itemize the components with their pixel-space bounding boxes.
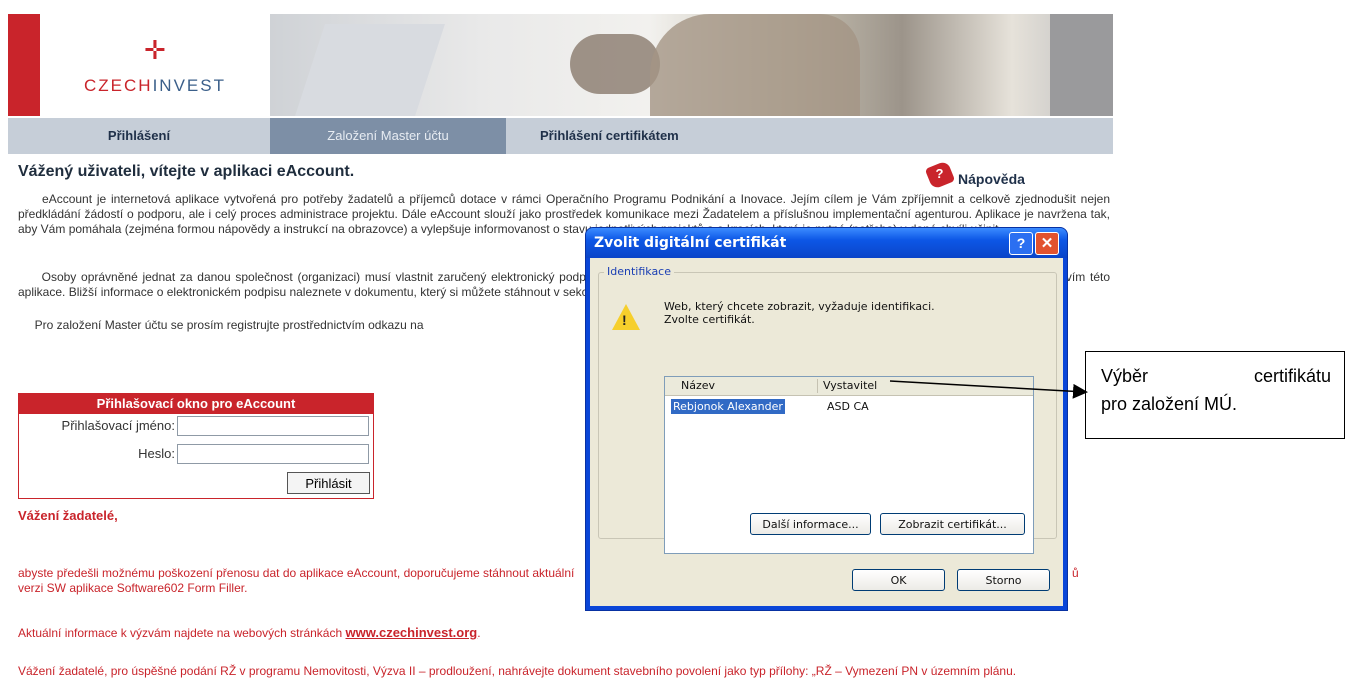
tab-master-account[interactable]: Založení Master účtu [270, 118, 506, 154]
cancel-button[interactable]: Storno [957, 569, 1050, 591]
dialog-message-line1: Web, který chcete zobrazit, vyžaduje ide… [664, 300, 935, 313]
notice-title: Vážení žadatelé, [18, 508, 118, 523]
help-book-icon[interactable] [924, 160, 956, 190]
notice-formfiller-tail: ů [1072, 566, 1079, 580]
dialog-titlebar[interactable]: Zvolit digitální certifikát ? ✕ [586, 228, 1067, 258]
notice-info-text: Aktuální informace k výzvám najdete na w… [18, 626, 346, 640]
ok-button[interactable]: OK [852, 569, 945, 591]
brand-strip [8, 14, 40, 116]
photo-laptop-shape [295, 24, 445, 116]
warning-icon-mark: ! [622, 312, 627, 328]
notice-formfiller: abyste předešli možnému poškození přenos… [18, 566, 575, 595]
more-info-button[interactable]: Další informace... [750, 513, 871, 535]
callout-line2: pro založení MÚ. [1101, 394, 1238, 414]
photo-hand-shape [570, 34, 660, 94]
certificate-name[interactable]: Rebjonok Alexander [671, 399, 785, 414]
logo-mark-icon: ✛ [144, 36, 166, 66]
callout-word1: Výběr [1101, 366, 1149, 386]
callout-line1: Výběr certifikátu [1101, 366, 1331, 387]
username-input[interactable] [177, 416, 369, 436]
notice-building-permit: Vážení žadatelé, pro úspěšné podání RŽ v… [18, 664, 1017, 678]
main-nav: Přihlášení Založení Master účtu Přihláše… [8, 118, 1113, 154]
dialog-message: Web, který chcete zobrazit, vyžaduje ide… [664, 300, 935, 326]
header-banner: ✛ CZECHINVEST [8, 14, 1113, 116]
logo-text-blue: INVEST [152, 76, 226, 95]
login-button[interactable]: Přihlásit [287, 472, 370, 494]
view-certificate-button[interactable]: Zobrazit certifikát... [880, 513, 1025, 535]
callout-word2: certifikátu [1253, 366, 1331, 386]
notice-info-suffix: . [477, 626, 481, 640]
logo-text: CZECHINVEST [84, 76, 226, 96]
photo-edge-shape [1050, 14, 1113, 116]
password-label: Heslo: [138, 446, 175, 461]
login-box: Přihlašovací okno pro eAccount Přihlašov… [18, 393, 374, 499]
certificate-list-header: Název Vystavitel [665, 377, 1033, 396]
login-box-header: Přihlašovací okno pro eAccount [19, 394, 373, 414]
help-link[interactable]: Nápověda [958, 171, 1025, 187]
tab-login[interactable]: Přihlášení [8, 118, 270, 154]
column-issuer-header[interactable]: Vystavitel [823, 379, 877, 392]
password-input[interactable] [177, 444, 369, 464]
certificate-dialog: Zvolit digitální certifikát ? ✕ Identifi… [585, 227, 1068, 611]
certificate-issuer[interactable]: ASD CA [827, 399, 869, 414]
dialog-message-line2: Zvolte certifikát. [664, 313, 755, 326]
page-title: Vážený uživateli, vítejte v aplikaci eAc… [18, 163, 355, 180]
header-photo [270, 14, 1113, 116]
czechinvest-link[interactable]: www.czechinvest.org [346, 625, 478, 640]
column-separator [817, 379, 818, 393]
dialog-help-button[interactable]: ? [1009, 232, 1033, 255]
identification-group-label: Identifikace [604, 265, 674, 278]
dialog-title: Zvolit digitální certifikát [594, 235, 787, 251]
tab-certificate-login[interactable]: Přihlášení certifikátem [506, 118, 726, 154]
certificate-row[interactable]: Rebjonok Alexander ASD CA [667, 399, 1031, 414]
column-name-header[interactable]: Název [681, 379, 715, 392]
logo-text-red: CZECH [84, 76, 153, 95]
dialog-body: Identifikace ! Web, který chcete zobrazi… [590, 258, 1063, 606]
notice-info: Aktuální informace k výzvám najdete na w… [18, 625, 481, 641]
dialog-close-button[interactable]: ✕ [1035, 232, 1059, 255]
annotation-callout: Výběr certifikátu pro založení MÚ. [1085, 351, 1345, 439]
username-label: Přihlašovací jméno: [61, 418, 175, 433]
photo-person-shape [650, 14, 860, 116]
czechinvest-logo[interactable]: ✛ CZECHINVEST [40, 14, 270, 116]
